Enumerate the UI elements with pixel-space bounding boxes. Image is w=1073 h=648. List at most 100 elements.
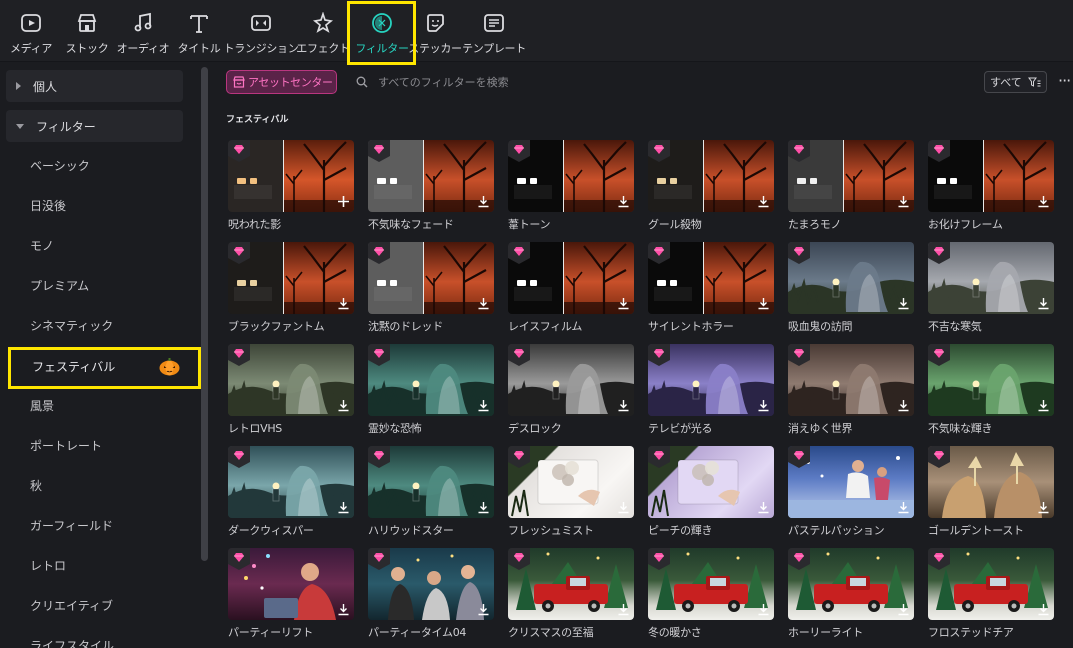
filter-search[interactable] (356, 70, 756, 94)
filter-card[interactable]: 吸血鬼の訪問 (788, 242, 914, 334)
filter-thumbnail[interactable] (648, 140, 774, 212)
tab-title[interactable]: タイトル (176, 0, 222, 62)
sidebar-item-landscape[interactable]: 風景 (30, 396, 54, 416)
download-icon[interactable] (337, 501, 350, 514)
tab-transition[interactable]: トランジション (224, 0, 299, 62)
filter-card[interactable]: 呪われた影 (228, 140, 354, 232)
filter-card[interactable]: グール殺物 (648, 140, 774, 232)
filter-card[interactable]: レイスフィルム (508, 242, 634, 334)
tab-audio[interactable]: オーディオ (117, 0, 170, 62)
filter-card[interactable]: 不気味な輝き (928, 344, 1054, 436)
filter-thumbnail[interactable] (928, 446, 1054, 518)
filter-card[interactable]: テレビが光る (648, 344, 774, 436)
filter-thumbnail[interactable] (508, 140, 634, 212)
download-icon[interactable] (617, 195, 630, 208)
filter-thumbnail[interactable] (228, 548, 354, 620)
download-icon[interactable] (617, 501, 630, 514)
filter-card[interactable]: 霊妙な恐怖 (368, 344, 494, 436)
filter-thumbnail[interactable] (368, 140, 494, 212)
download-icon[interactable] (617, 603, 630, 616)
filter-card[interactable]: レトロVHS (228, 344, 354, 436)
filter-card[interactable]: ダークウィスパー (228, 446, 354, 538)
download-icon[interactable] (1037, 399, 1050, 412)
filter-thumbnail[interactable] (508, 446, 634, 518)
download-icon[interactable] (897, 501, 910, 514)
filter-card[interactable]: 沈黙のドレッド (368, 242, 494, 334)
download-icon[interactable] (757, 399, 770, 412)
filter-card[interactable]: ブラックファントム (228, 242, 354, 334)
search-input[interactable] (378, 75, 678, 89)
filter-thumbnail[interactable] (788, 344, 914, 416)
sidebar-item-after-sunset[interactable]: 日没後 (30, 196, 66, 216)
filter-thumbnail[interactable] (788, 548, 914, 620)
filter-card[interactable]: 不気味なフェード (368, 140, 494, 232)
download-icon[interactable] (757, 297, 770, 310)
download-icon[interactable] (477, 603, 490, 616)
filter-card[interactable]: 不吉な寒気 (928, 242, 1054, 334)
sidebar-item-mono[interactable]: モノ (30, 236, 54, 256)
sidebar-item-lifestyle[interactable]: ライフスタイル (30, 636, 114, 648)
filter-thumbnail[interactable] (788, 242, 914, 314)
filter-card[interactable]: フレッシュミスト (508, 446, 634, 538)
sidebar-group-filter[interactable]: フィルター (6, 110, 183, 142)
download-icon[interactable] (337, 399, 350, 412)
filter-thumbnail[interactable] (228, 344, 354, 416)
filter-thumbnail[interactable] (648, 344, 774, 416)
filter-thumbnail[interactable] (788, 446, 914, 518)
filter-card[interactable]: ピーチの輝き (648, 446, 774, 538)
filter-thumbnail[interactable] (648, 242, 774, 314)
download-icon[interactable] (617, 297, 630, 310)
sidebar-item-basic[interactable]: ベーシック (30, 156, 90, 176)
download-icon[interactable] (477, 195, 490, 208)
filter-thumbnail[interactable] (648, 548, 774, 620)
download-icon[interactable] (477, 297, 490, 310)
tab-sticker[interactable]: ステッカー (408, 0, 462, 62)
filter-thumbnail[interactable] (928, 548, 1054, 620)
sidebar-item-creative[interactable]: クリエイティブ (30, 596, 113, 616)
filter-thumbnail[interactable] (368, 242, 494, 314)
sidebar-item-garfield[interactable]: ガーフィールド (30, 516, 113, 536)
filter-thumbnail[interactable] (228, 140, 354, 212)
sidebar-item-portrait[interactable]: ポートレート (30, 436, 102, 456)
filter-thumbnail[interactable] (508, 344, 634, 416)
download-icon[interactable] (757, 501, 770, 514)
download-icon[interactable] (617, 399, 630, 412)
tab-effect[interactable]: エフェクト (296, 0, 350, 62)
filter-thumbnail[interactable] (928, 242, 1054, 314)
filter-card[interactable]: 冬の暖かさ (648, 548, 774, 640)
filter-thumbnail[interactable] (508, 242, 634, 314)
filter-card[interactable]: ハリウッドスター (368, 446, 494, 538)
sidebar-item-retro[interactable]: レトロ (30, 556, 66, 576)
filter-thumbnail[interactable] (368, 548, 494, 620)
tab-filter[interactable]: フィルター (354, 0, 410, 62)
tab-template[interactable]: テンプレート (462, 0, 526, 62)
filter-card[interactable]: ゴールデントースト (928, 446, 1054, 538)
download-icon[interactable] (1037, 603, 1050, 616)
download-icon[interactable] (337, 603, 350, 616)
add-icon[interactable] (337, 195, 350, 208)
filter-card[interactable]: ホーリーライト (788, 548, 914, 640)
filter-thumbnail[interactable] (788, 140, 914, 212)
sidebar-item-autumn[interactable]: 秋 (30, 476, 42, 496)
filter-thumbnail[interactable] (368, 344, 494, 416)
filter-thumbnail[interactable] (928, 140, 1054, 212)
filter-thumbnail[interactable] (648, 446, 774, 518)
filter-card[interactable]: デスロック (508, 344, 634, 436)
filter-card[interactable]: パステルパッション (788, 446, 914, 538)
download-icon[interactable] (477, 399, 490, 412)
filter-thumbnail[interactable] (228, 242, 354, 314)
filter-card[interactable]: サイレントホラー (648, 242, 774, 334)
download-icon[interactable] (897, 297, 910, 310)
sidebar-group-personal[interactable]: 個人 (6, 70, 183, 102)
filter-card[interactable]: パーティーリフト (228, 548, 354, 640)
download-icon[interactable] (897, 399, 910, 412)
download-icon[interactable] (337, 297, 350, 310)
sidebar-item-cinematic[interactable]: シネマティック (30, 316, 113, 336)
download-icon[interactable] (1037, 501, 1050, 514)
filter-dropdown[interactable]: すべて (984, 71, 1047, 93)
download-icon[interactable] (897, 603, 910, 616)
filter-thumbnail[interactable] (228, 446, 354, 518)
filter-card[interactable]: クリスマスの至福 (508, 548, 634, 640)
download-icon[interactable] (897, 195, 910, 208)
filter-thumbnail[interactable] (508, 548, 634, 620)
